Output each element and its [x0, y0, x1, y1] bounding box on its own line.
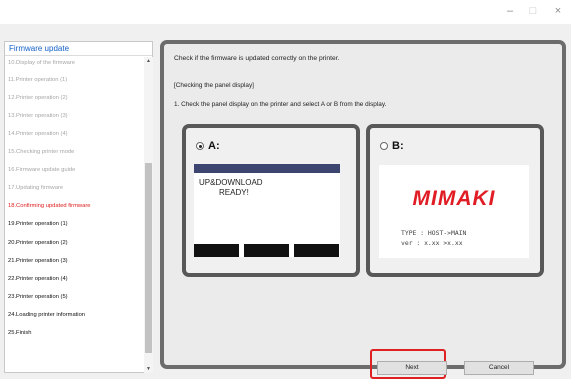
section-heading: [Checking the panel display] [174, 82, 254, 89]
step-item-20: 20.Printer operation (2) [8, 240, 68, 246]
lcd-function-key-2 [244, 244, 289, 257]
step-item-10: 10.Display of the firmware [8, 60, 76, 66]
step-item-16: 16.Firmware update guide [8, 167, 76, 173]
step-item-23: 23.Printer operation (5) [8, 294, 68, 300]
sidebar-header: Firmware update [5, 42, 152, 56]
step-item-12: 12.Printer operation (2) [8, 95, 68, 101]
option-b-label: B: [392, 140, 404, 152]
title-bar: – □ × [0, 0, 571, 24]
lcd-function-key-1 [194, 244, 239, 257]
scrollbar-thumb[interactable] [145, 163, 152, 353]
step-item-19: 19.Printer operation (1) [8, 221, 68, 227]
instruction-text: Check if the firmware is updated correct… [174, 55, 340, 62]
firmware-version-line: ver : x.xx >x.xx [401, 239, 463, 247]
close-icon[interactable]: × [549, 3, 567, 19]
scroll-down-icon[interactable]: ▼ [144, 365, 153, 373]
step-item-22: 22.Printer operation (4) [8, 276, 68, 282]
step-sidebar: Firmware update 10.Display of the firmwa… [4, 41, 153, 373]
step-item-24: 24.Loading printer information [8, 312, 86, 318]
minimize-icon[interactable]: – [501, 3, 519, 19]
step-item-15: 15.Checking printer mode [8, 149, 75, 155]
content-panel: Check if the firmware is updated correct… [160, 40, 566, 369]
mimaki-logo: MIMAKI [412, 187, 496, 210]
step-item-17: 17.Updating firmware [8, 185, 64, 191]
step-text: 1. Check the panel display on the printe… [174, 101, 387, 108]
step-item-18-current: 18.Confirming updated firmware [8, 203, 91, 209]
option-b-card[interactable]: B: MIMAKI TYPE : HOST->MAIN ver : x.xx >… [366, 124, 544, 277]
step-item-21: 21.Printer operation (3) [8, 258, 68, 264]
option-a-header[interactable]: A: [196, 140, 220, 152]
sidebar-scrollbar[interactable]: ▲ ▼ [144, 57, 153, 373]
scroll-up-icon[interactable]: ▲ [144, 57, 153, 65]
option-a-card[interactable]: A: UP&DOWNLOAD READY! [182, 124, 360, 277]
lcd-header-bar [194, 164, 340, 173]
step-item-11: 11.Printer operation (1) [8, 77, 68, 83]
dialog-client-area: Firmware update 10.Display of the firmwa… [0, 24, 571, 379]
option-a-radio[interactable] [196, 142, 204, 150]
step-list: 10.Display of the firmware 11.Printer op… [5, 57, 143, 369]
panel-display-image-b: MIMAKI TYPE : HOST->MAIN ver : x.xx >x.x… [379, 165, 529, 258]
next-button[interactable]: Next [377, 361, 447, 375]
option-b-header[interactable]: B: [380, 140, 404, 152]
cancel-button[interactable]: Cancel [464, 361, 534, 375]
lcd-line-1: UP&DOWNLOAD [199, 178, 263, 187]
option-b-radio[interactable] [380, 142, 388, 150]
option-a-label: A: [208, 140, 220, 152]
step-item-13: 13.Printer operation (3) [8, 113, 68, 119]
maximize-icon[interactable]: □ [524, 3, 542, 19]
lcd-function-key-3 [294, 244, 339, 257]
lcd-line-2: READY! [219, 188, 249, 197]
step-item-25: 25.Finish [8, 330, 32, 336]
panel-display-image-a: UP&DOWNLOAD READY! [194, 164, 340, 257]
firmware-type-line: TYPE : HOST->MAIN [401, 229, 467, 237]
step-item-14: 14.Printer operation (4) [8, 131, 68, 137]
